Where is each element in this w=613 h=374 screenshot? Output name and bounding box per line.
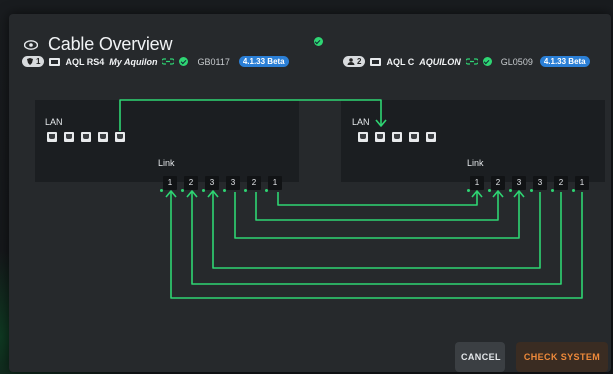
cable-link-4 — [212, 192, 541, 269]
cable-link-2 — [255, 192, 499, 221]
cable-lan — [119, 99, 382, 131]
cable-link-6 — [170, 192, 583, 299]
cancel-button[interactable]: CANCEL — [455, 342, 505, 372]
cable-wires — [119, 99, 583, 299]
cable-link-1 — [277, 192, 478, 206]
check-system-button[interactable]: CHECK SYSTEM — [516, 342, 608, 372]
